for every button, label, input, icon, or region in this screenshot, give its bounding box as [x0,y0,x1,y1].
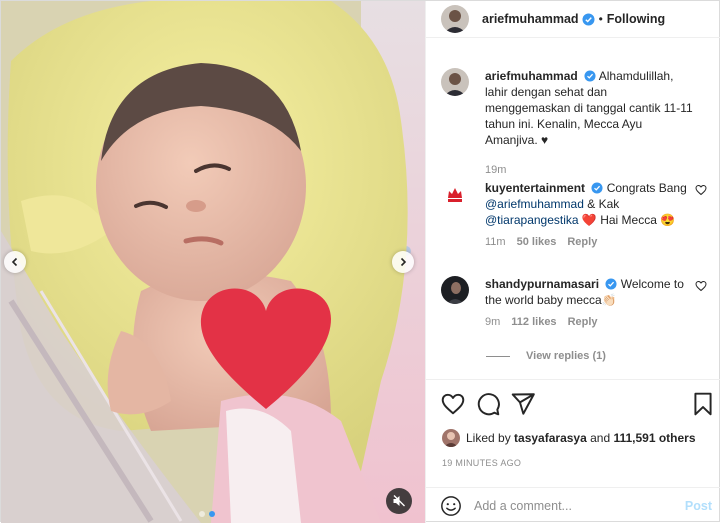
bookmark-icon[interactable] [690,391,716,417]
post-media[interactable] [1,1,425,523]
liked-by-row: Liked by tasyafarasya and 111,591 others [442,429,696,447]
comment-time[interactable]: 9m [485,314,500,330]
comment-like-icon[interactable] [695,184,707,196]
action-bar [426,379,720,427]
header-separator: • [598,12,603,26]
smiley-icon[interactable] [440,495,462,517]
liked-by-user[interactable]: tasyafarasya [514,431,587,445]
post-header: ariefmuhammad • Following [426,1,720,38]
add-comment-bar: Post [426,487,720,523]
verified-badge-icon [582,13,595,25]
liked-by-prefix: Liked by [466,431,515,445]
liked-by-and: and [586,431,614,445]
avatar-image [441,180,469,208]
caption-meta: 19m [485,162,695,178]
mention-link[interactable]: @tiarapangestika [485,213,579,227]
caption: ariefmuhammad Alhamdulillah, lahir denga… [441,68,707,178]
commenter-avatar[interactable] [441,276,469,304]
comment-item: kuyentertainment Congrats Bang @ariefmuh… [441,180,707,250]
author-avatar[interactable] [441,5,469,33]
carousel-dot-active [209,511,215,517]
carousel-prev-button[interactable] [4,251,26,273]
baby-photo [1,1,425,523]
caption-body: ariefmuhammad Alhamdulillah, lahir denga… [485,68,695,178]
instagram-post: ariefmuhammad • Following ariefmuhammad [0,0,720,523]
reply-button[interactable]: Reply [568,314,598,330]
avatar-image [441,276,469,304]
chevron-right-icon [400,257,407,267]
verified-badge-icon [605,278,617,290]
heart-outline-icon[interactable] [440,391,466,417]
post-side-panel: ariefmuhammad • Following ariefmuhammad [425,1,720,523]
carousel-indicator [199,511,215,517]
avatar-image [441,68,469,96]
comment-time[interactable]: 11m [485,234,506,250]
comment-meta: 11m 50 likes Reply [485,234,695,250]
comment-author[interactable]: shandypurnamasari [485,277,599,291]
comment-likes[interactable]: 50 likes [517,234,557,250]
verified-badge-icon [584,70,596,82]
speaker-muted-icon [393,495,405,507]
mention-link[interactable]: @ariefmuhammad [485,197,584,211]
caption-author[interactable]: ariefmuhammad [485,69,578,83]
comment-likes[interactable]: 112 likes [511,314,556,330]
following-button[interactable]: Following [607,12,665,26]
paper-plane-icon[interactable] [510,391,536,417]
view-replies-button[interactable]: View replies (1) [486,350,606,362]
mute-button[interactable] [386,488,412,514]
view-replies-label: View replies (1) [526,350,606,362]
comment-text-part: ❤️ Hai Mecca 😍 [578,213,676,227]
comment-author[interactable]: kuyentertainment [485,181,585,195]
comments-section: ariefmuhammad Alhamdulillah, lahir denga… [426,38,720,379]
comment-body: kuyentertainment Congrats Bang @ariefmuh… [485,180,695,250]
author-username[interactable]: ariefmuhammad [482,12,579,26]
commenter-avatar[interactable] [441,180,469,208]
comment-input[interactable] [474,498,685,513]
caption-time[interactable]: 19m [485,162,506,178]
comment-body: shandypurnamasari Welcome to the world b… [485,276,695,330]
comment-item: shandypurnamasari Welcome to the world b… [441,276,707,330]
chevron-left-icon [11,257,18,267]
caption-author-avatar[interactable] [441,68,469,96]
liker-avatar[interactable] [442,429,460,447]
avatar-image [441,5,469,33]
comment-text-part: & Kak [583,197,620,211]
comment-meta: 9m 112 likes Reply [485,314,695,330]
carousel-dot [199,511,205,517]
reply-button[interactable]: Reply [567,234,597,250]
verified-badge-icon [591,182,603,194]
posted-time[interactable]: 19 MINUTES AGO [442,458,521,468]
liked-by-count[interactable]: 111,591 others [613,431,695,445]
carousel-next-button[interactable] [392,251,414,273]
view-replies-line [486,355,510,357]
comment-text-part: Congrats Bang [606,181,687,195]
comment-like-icon[interactable] [695,280,707,292]
avatar-image [442,429,460,447]
post-comment-button[interactable]: Post [685,499,712,513]
speech-bubble-icon[interactable] [475,391,501,417]
